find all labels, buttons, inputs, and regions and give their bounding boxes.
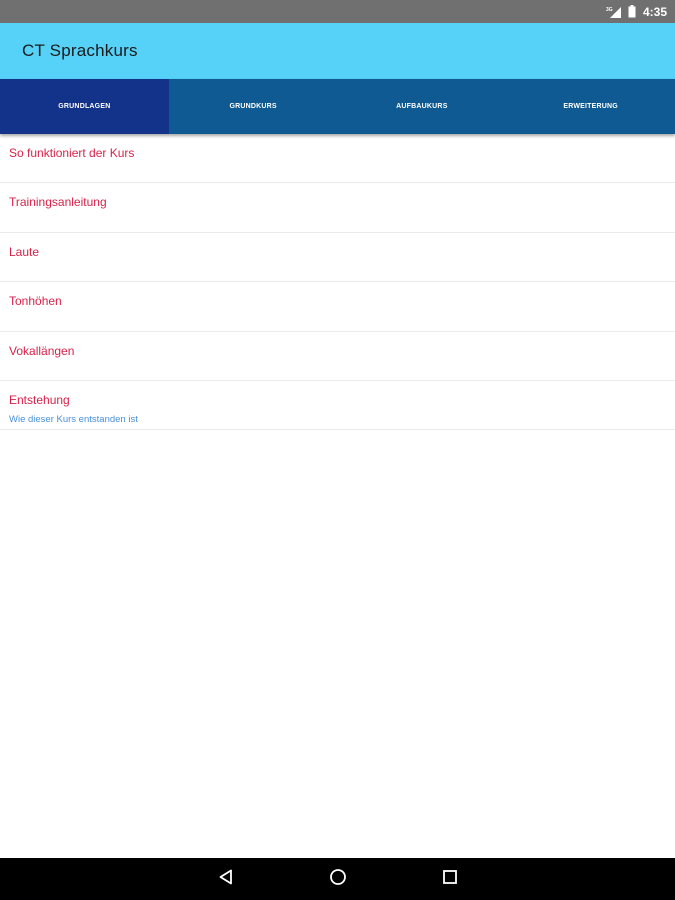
tab-grundlagen[interactable]: GRUNDLAGEN bbox=[0, 79, 169, 134]
list-item-title: Vokallängen bbox=[9, 343, 75, 358]
list-item-trainingsanleitung[interactable]: Trainingsanleitung bbox=[0, 183, 675, 233]
list-item-title: Trainingsanleitung bbox=[9, 195, 107, 210]
tab-label: GRUNDLAGEN bbox=[58, 103, 111, 110]
tab-label: ERWEITERUNG bbox=[563, 103, 618, 110]
tab-label: GRUNDKURS bbox=[229, 103, 277, 110]
recents-button[interactable] bbox=[394, 858, 506, 900]
back-button[interactable] bbox=[170, 858, 282, 900]
svg-text:3G: 3G bbox=[606, 7, 613, 13]
tab-erweiterung[interactable]: ERWEITERUNG bbox=[506, 79, 675, 134]
home-icon bbox=[329, 868, 347, 891]
list-item-subtitle: Wie dieser Kurs entstanden ist bbox=[9, 413, 138, 425]
battery-icon bbox=[628, 5, 636, 18]
list-item-title: Laute bbox=[9, 244, 40, 259]
lesson-list: So funktioniert der Kurs Trainingsanleit… bbox=[0, 134, 675, 431]
list-item-entstehung[interactable]: Entstehung Wie dieser Kurs entstanden is… bbox=[0, 381, 675, 431]
tab-label: AUFBAUKURS bbox=[396, 103, 448, 110]
signal-icon: 3G bbox=[606, 6, 622, 18]
app-bar: CT Sprachkurs bbox=[0, 23, 675, 79]
list-item-title: Entstehung bbox=[9, 392, 70, 407]
list-item-vokallaengen[interactable]: Vokallängen bbox=[0, 332, 675, 381]
list-item-laute[interactable]: Laute bbox=[0, 233, 675, 283]
status-bar: 3G 4:35 bbox=[0, 0, 675, 23]
tab-grundkurs[interactable]: GRUNDKURS bbox=[169, 79, 338, 134]
home-button[interactable] bbox=[282, 858, 394, 900]
recents-icon bbox=[442, 869, 458, 890]
tab-bar: GRUNDLAGEN GRUNDKURS AUFBAUKURS ERWEITER… bbox=[0, 79, 675, 134]
back-icon bbox=[218, 869, 234, 890]
tab-aufbaukurs[interactable]: AUFBAUKURS bbox=[338, 79, 507, 134]
list-item-so-funktioniert[interactable]: So funktioniert der Kurs bbox=[0, 134, 675, 184]
app-title: CT Sprachkurs bbox=[22, 41, 138, 60]
list-item-tonhoehen[interactable]: Tonhöhen bbox=[0, 282, 675, 332]
status-time: 4:35 bbox=[642, 4, 667, 19]
list-item-title: So funktioniert der Kurs bbox=[9, 146, 135, 160]
navigation-bar bbox=[0, 858, 675, 900]
list-item-title: Tonhöhen bbox=[9, 294, 62, 309]
